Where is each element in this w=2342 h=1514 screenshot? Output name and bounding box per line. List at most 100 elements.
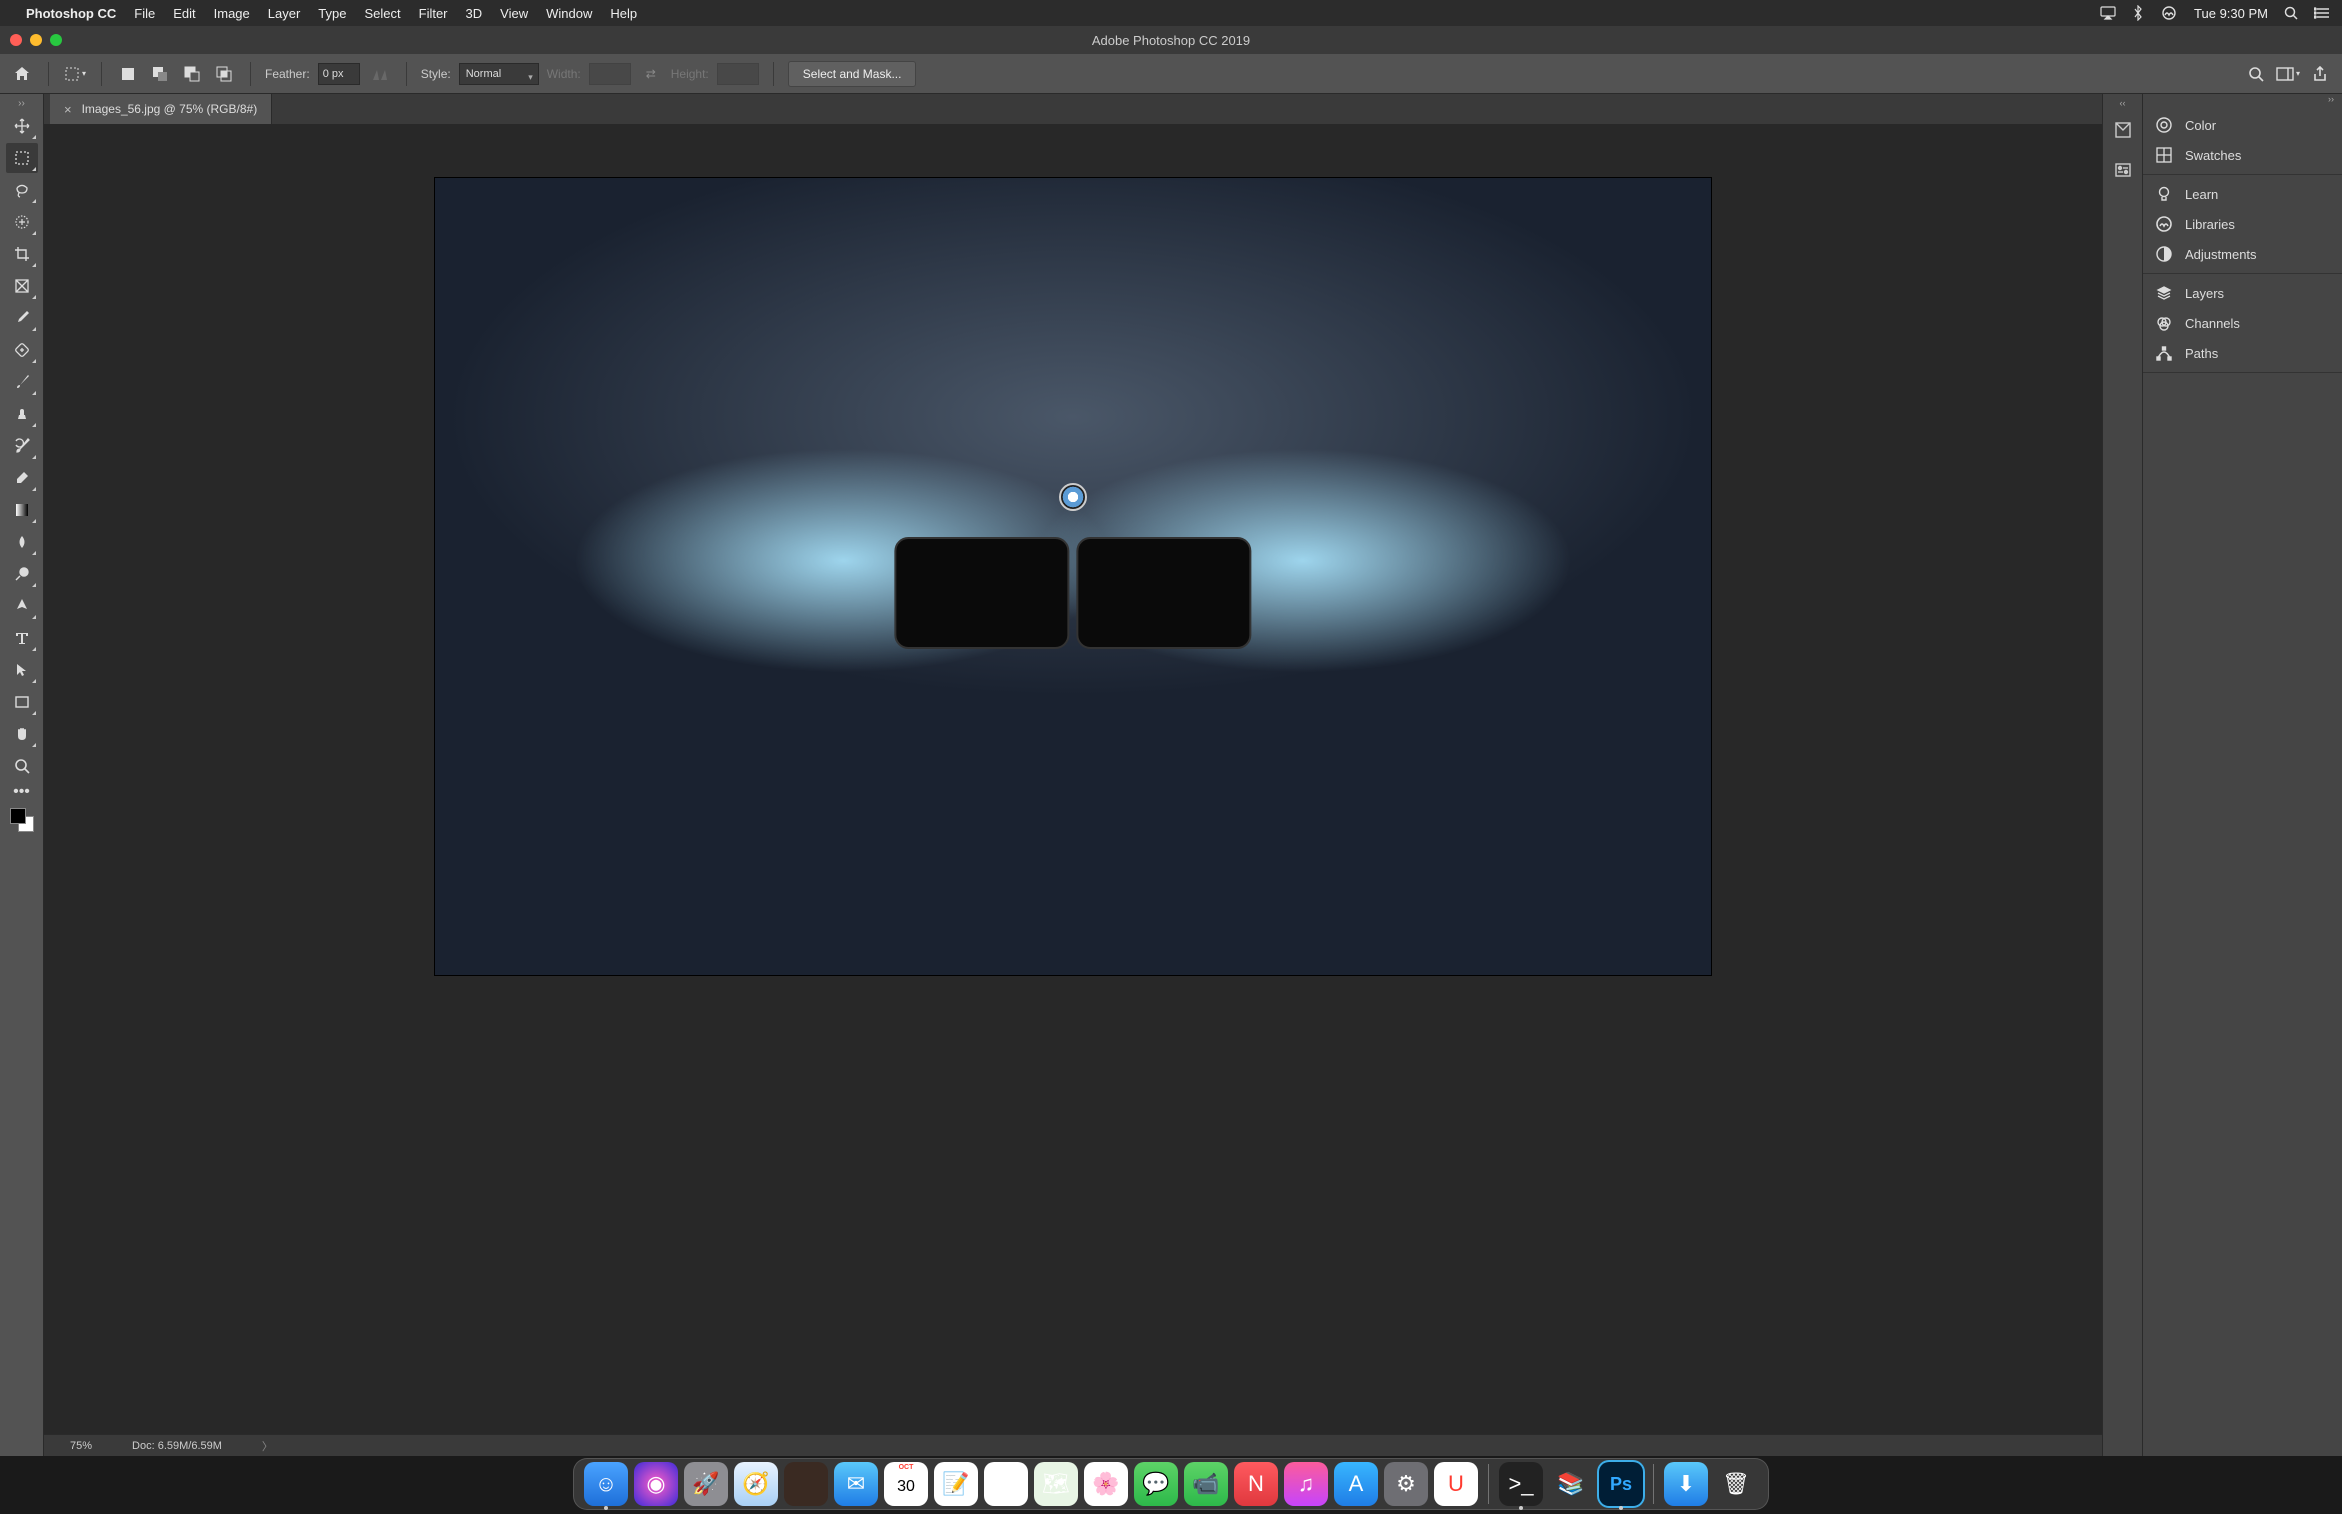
select-and-mask-button[interactable]: Select and Mask... [788,61,917,87]
dock-preferences[interactable]: ⚙ [1384,1462,1428,1506]
dock-messages[interactable]: 💬 [1134,1462,1178,1506]
menu-window[interactable]: Window [546,6,592,21]
status-more-icon[interactable]: 〉 [262,1438,273,1454]
learn-panel-tab[interactable]: Learn [2143,179,2342,209]
dock-terminal[interactable]: >_ [1499,1462,1543,1506]
menu-select[interactable]: Select [364,6,400,21]
eyedropper-tool[interactable] [6,303,38,333]
menu-view[interactable]: View [500,6,528,21]
hand-tool[interactable] [6,719,38,749]
menu-list-icon[interactable] [2314,7,2330,19]
edit-toolbar-button[interactable]: ••• [6,783,38,801]
clone-stamp-tool[interactable] [6,399,38,429]
zoom-level[interactable]: 75% [70,1440,92,1452]
dock-trash[interactable]: 🗑 [1714,1462,1758,1506]
canvas[interactable] [44,124,2102,1434]
channels-icon [2155,314,2173,332]
menubar-clock[interactable]: Tue 9:30 PM [2194,6,2268,21]
adjustments-panel-tab[interactable]: Adjustments [2143,239,2342,269]
cc-libraries-icon [2155,215,2173,233]
menu-layer[interactable]: Layer [268,6,301,21]
close-window-button[interactable] [10,34,22,46]
document-tab[interactable]: × Images_56.jpg @ 75% (RGB/8#) [50,94,272,124]
pen-tool[interactable] [6,591,38,621]
dock-books-stack[interactable]: 📚 [1549,1462,1593,1506]
strip-collapse-icon[interactable]: ‹‹ [2103,98,2142,110]
quick-selection-tool[interactable] [6,207,38,237]
feather-input[interactable] [318,63,360,85]
dock-finder[interactable]: ☺ [584,1462,628,1506]
airplay-icon[interactable] [2100,6,2116,20]
zoom-tool[interactable] [6,751,38,781]
path-selection-tool[interactable] [6,655,38,685]
swatches-panel-tab[interactable]: Swatches [2143,140,2342,170]
menu-file[interactable]: File [134,6,155,21]
home-button[interactable] [10,62,34,86]
spotlight-icon[interactable] [2284,6,2298,20]
libraries-panel-tab[interactable]: Libraries [2143,209,2342,239]
fullscreen-window-button[interactable] [50,34,62,46]
channels-panel-tab[interactable]: Channels [2143,308,2342,338]
style-select[interactable]: Normal [459,63,539,85]
marquee-preset-icon[interactable]: ▾ [63,62,87,86]
dock-notes[interactable]: 📝 [934,1462,978,1506]
doc-info[interactable]: Doc: 6.59M/6.59M [132,1440,222,1452]
dock-photoshop[interactable]: Ps [1599,1462,1643,1506]
menu-help[interactable]: Help [610,6,637,21]
creative-cloud-icon[interactable] [2160,6,2178,20]
lasso-tool[interactable] [6,175,38,205]
history-panel-icon[interactable] [2109,116,2137,144]
history-brush-tool[interactable] [6,431,38,461]
dodge-tool[interactable] [6,559,38,589]
menu-3d[interactable]: 3D [466,6,483,21]
properties-panel-icon[interactable] [2109,156,2137,184]
dock-photoshop-doc[interactable] [784,1462,828,1506]
color-swatches[interactable] [10,808,34,832]
marquee-tool[interactable] [6,143,38,173]
dock-reminders[interactable]: ▤ [984,1462,1028,1506]
intersect-selection-icon[interactable] [212,62,236,86]
app-name[interactable]: Photoshop CC [26,6,116,21]
frame-tool[interactable] [6,271,38,301]
workspace-switcher-icon[interactable]: ▾ [2276,62,2300,86]
new-selection-icon[interactable] [116,62,140,86]
minimize-window-button[interactable] [30,34,42,46]
menu-type[interactable]: Type [318,6,346,21]
type-tool[interactable] [6,623,38,653]
bluetooth-icon[interactable] [2132,5,2144,21]
search-icon[interactable] [2244,62,2268,86]
dock-news[interactable]: N [1234,1462,1278,1506]
dock-calendar[interactable]: OCT30 [884,1462,928,1506]
dock-magnet[interactable]: U [1434,1462,1478,1506]
toolbar-expand-icon[interactable]: ›› [0,98,43,110]
dock-launchpad[interactable]: 🚀 [684,1462,728,1506]
dock-maps[interactable]: 🗺 [1034,1462,1078,1506]
panels-collapse-icon[interactable]: ›› [2143,94,2342,106]
move-tool[interactable] [6,111,38,141]
crop-tool[interactable] [6,239,38,269]
menu-edit[interactable]: Edit [173,6,195,21]
dock-downloads[interactable]: ⬇ [1664,1462,1708,1506]
gradient-tool[interactable] [6,495,38,525]
subtract-selection-icon[interactable] [180,62,204,86]
paths-panel-tab[interactable]: Paths [2143,338,2342,368]
blur-tool[interactable] [6,527,38,557]
dock-siri[interactable]: ◉ [634,1462,678,1506]
eraser-tool[interactable] [6,463,38,493]
add-selection-icon[interactable] [148,62,172,86]
dock-safari[interactable]: 🧭 [734,1462,778,1506]
close-tab-icon[interactable]: × [64,102,72,117]
rectangle-tool[interactable] [6,687,38,717]
dock-mail[interactable]: ✉ [834,1462,878,1506]
share-icon[interactable] [2308,62,2332,86]
menu-filter[interactable]: Filter [419,6,448,21]
dock-photos[interactable]: 🌸 [1084,1462,1128,1506]
dock-facetime[interactable]: 📹 [1184,1462,1228,1506]
dock-music[interactable]: ♫ [1284,1462,1328,1506]
brush-tool[interactable] [6,367,38,397]
color-panel-tab[interactable]: Color [2143,110,2342,140]
menu-image[interactable]: Image [214,6,250,21]
layers-panel-tab[interactable]: Layers [2143,278,2342,308]
dock-appstore[interactable]: A [1334,1462,1378,1506]
healing-brush-tool[interactable] [6,335,38,365]
